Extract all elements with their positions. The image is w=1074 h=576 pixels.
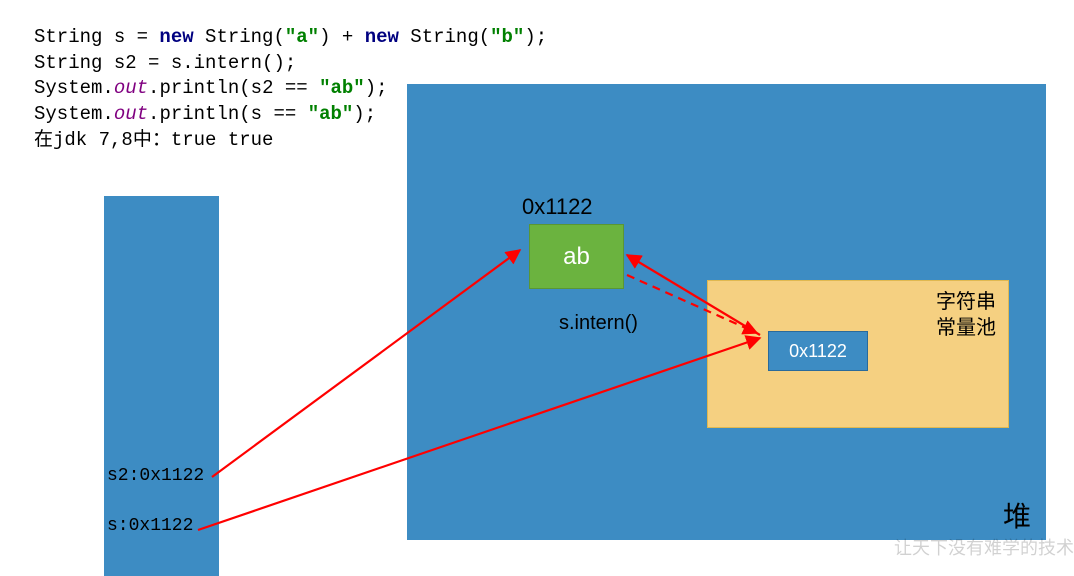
code-line-1: String s = new String("a") + new String(… xyxy=(34,25,547,51)
heap-title: 堆 xyxy=(1003,495,1031,535)
heap-region: 堆 0x1122 ab s.intern() 字符串 常量池 0x1122 xyxy=(407,84,1046,540)
string-constant-pool: 字符串 常量池 0x1122 xyxy=(707,280,1009,428)
code-line-2: String s2 = s.intern(); xyxy=(34,51,547,77)
intern-call-label: s.intern() xyxy=(559,312,638,335)
stack-variable-s: s:0x1122 xyxy=(107,516,193,536)
stack-region: s2:0x1122 s:0x1122 xyxy=(104,196,219,576)
stack-variable-s2: s2:0x1122 xyxy=(107,466,204,486)
pool-title: 字符串 常量池 xyxy=(936,289,996,341)
heap-string-object: ab xyxy=(529,224,624,289)
heap-address-label: 0x1122 xyxy=(522,194,593,220)
watermark-text: 让天下没有难学的技术 xyxy=(894,534,1074,560)
pool-reference-box: 0x1122 xyxy=(768,331,868,371)
